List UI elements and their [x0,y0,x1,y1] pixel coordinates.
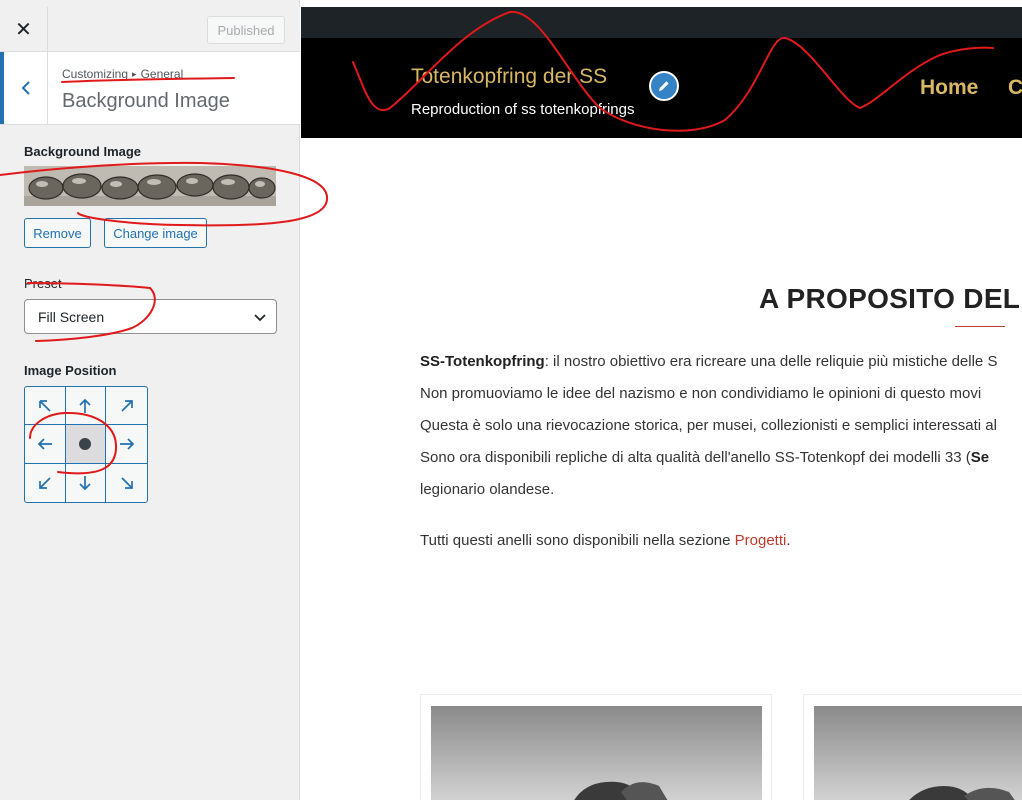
arrow-down-icon [79,475,92,491]
about-heading: A PROPOSITO DEL [759,283,1021,314]
position-top-button[interactable] [65,387,107,426]
paragraph-line-6: Tutti questi anelli sono disponibili nel… [420,532,791,549]
breadcrumb-child: General [140,67,184,81]
paragraph-line-2: Non promuoviamo le idee del nazismo e no… [420,385,982,402]
brand-name: SS-Totenkopfring [420,353,545,370]
arrow-left-icon [37,438,52,450]
position-top-left-button[interactable] [25,387,66,426]
breadcrumb-separator-icon: ▸ [132,69,137,79]
paragraph-line-1-text: : il nostro obiettivo era ricreare una d… [544,353,998,370]
arrow-up-icon [79,398,92,413]
breadcrumb-parent: Customizing [62,67,129,81]
back-button[interactable] [0,52,48,124]
section-title: Background Image [62,90,230,112]
paragraph-line-1: SS-Totenkopfring: il nostro obiettivo er… [420,353,997,370]
position-left-button[interactable] [25,425,66,464]
edit-shortcut-button[interactable] [649,71,679,101]
position-right-button[interactable] [106,425,147,464]
paragraph-line-6-text: Tutti questi anelli sono disponibili nel… [420,532,735,549]
arrow-up-left-icon [38,399,51,412]
preset-selected-value: Fill Screen [38,308,105,325]
center-dot-icon [79,437,92,450]
pencil-icon [659,81,669,91]
site-preview: Totenkopfring der SS Reproduction of ss … [301,0,1022,800]
position-bottom-button[interactable] [66,463,107,502]
site-title[interactable]: Totenkopfring der SS [411,65,607,89]
arrow-up-right-icon [121,399,133,412]
image-position-label: Image Position [24,363,117,378]
paragraph-line-5: legionario olandese. [420,481,555,498]
progetti-link[interactable]: Progetti [735,532,787,549]
preview-top-strip [301,0,1022,7]
remove-image-button[interactable]: Remove [24,218,91,248]
site-header: Totenkopfring der SS Reproduction of ss … [301,38,1022,138]
page-content: A PROPOSITO DEL SS-Totenkopfring: il nos… [397,138,1022,800]
preset-label: Preset [24,276,62,291]
background-image-thumbnail[interactable] [24,166,276,206]
project-card-1[interactable] [420,694,772,800]
paragraph-line-4-bold: Se [970,449,990,466]
position-bottom-left-button[interactable] [25,463,66,502]
arrow-down-left-icon [38,477,51,489]
paragraph-line-3: Questa è solo una rievocazione storica, … [420,417,997,434]
arrow-down-right-icon [121,477,133,489]
customizer-sidebar: ✕ Published Customizing ▸ General Backgrou… [0,0,300,800]
nav-item-next[interactable]: C [1008,76,1022,100]
breadcrumb: Customizing ▸ General [62,67,183,81]
paragraph-line-4: Sono ora disponibili repliche di alta qu… [420,449,989,466]
customizer-topbar: ✕ Published [0,7,300,52]
heading-underline [955,326,1005,327]
position-top-right-button[interactable] [106,387,147,426]
project-card-1-image [431,706,762,800]
admin-bar [301,7,1022,38]
chevron-down-icon [254,314,266,322]
paragraph-line-6-end: . [786,532,791,549]
chevron-left-icon [21,81,30,95]
published-button[interactable]: Published [207,16,285,44]
site-tagline: Reproduction of ss totenkopfrings [411,101,635,118]
close-button[interactable]: ✕ [0,7,48,51]
nav-item-home[interactable]: Home [920,76,978,100]
background-image-label: Background Image [24,144,142,159]
image-position-grid [24,386,148,503]
position-center-button[interactable] [65,425,107,464]
change-image-button[interactable]: Change image [104,218,207,248]
project-card-2[interactable] [803,694,1022,800]
project-card-2-image [814,706,1022,800]
position-bottom-right-button[interactable] [106,464,147,502]
section-header: Customizing ▸ General Background Image [0,52,300,125]
paragraph-line-4-text: Sono ora disponibili repliche di alta qu… [420,449,971,466]
preset-select[interactable]: Fill Screen [24,299,277,334]
arrow-right-icon [119,438,134,450]
close-icon: ✕ [15,18,32,41]
